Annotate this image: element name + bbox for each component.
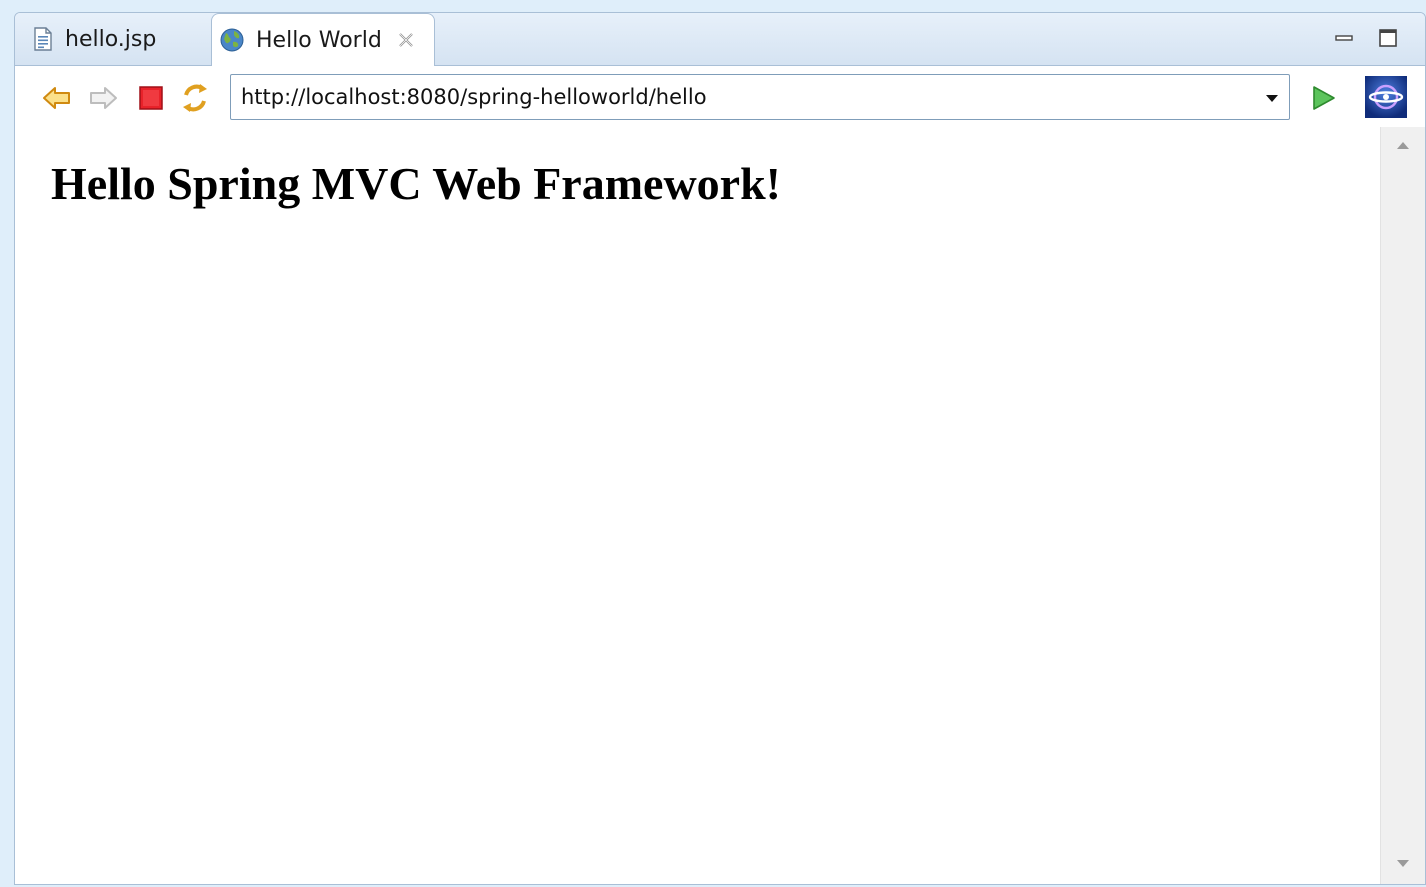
scroll-down-icon[interactable]: [1381, 848, 1425, 878]
chevron-down-icon[interactable]: [1263, 89, 1281, 107]
close-icon[interactable]: [396, 30, 416, 50]
eclipse-browser-icon[interactable]: [1365, 76, 1407, 118]
browser-toolbar: [15, 66, 1425, 126]
tab-bar: hello.jsp Hello World: [15, 13, 1425, 66]
back-arrow-icon[interactable]: [41, 82, 73, 114]
minimize-icon[interactable]: [1333, 27, 1355, 49]
refresh-icon[interactable]: [179, 82, 211, 114]
web-page-viewport: Hello Spring MVC Web Framework!: [15, 127, 1425, 884]
browser-editor: hello.jsp Hello World http://localhost:8…: [14, 12, 1426, 885]
jsp-file-icon: [33, 27, 53, 51]
tab-hello-jsp[interactable]: hello.jsp: [15, 13, 211, 65]
url-input[interactable]: [231, 76, 1243, 118]
globe-icon: [220, 28, 244, 52]
tab-label: Hello World: [256, 27, 382, 53]
forward-arrow-icon[interactable]: [87, 82, 119, 114]
page-heading: Hello Spring MVC Web Framework!: [51, 158, 781, 209]
vertical-scrollbar[interactable]: [1380, 127, 1425, 884]
maximize-icon[interactable]: [1377, 27, 1399, 49]
tab-hello-world[interactable]: Hello World: [211, 13, 435, 66]
scroll-up-icon[interactable]: [1381, 131, 1425, 161]
go-icon[interactable]: [1307, 82, 1339, 114]
stop-icon[interactable]: [135, 82, 167, 114]
tab-label: hello.jsp: [65, 26, 157, 52]
address-bar[interactable]: [230, 74, 1290, 120]
